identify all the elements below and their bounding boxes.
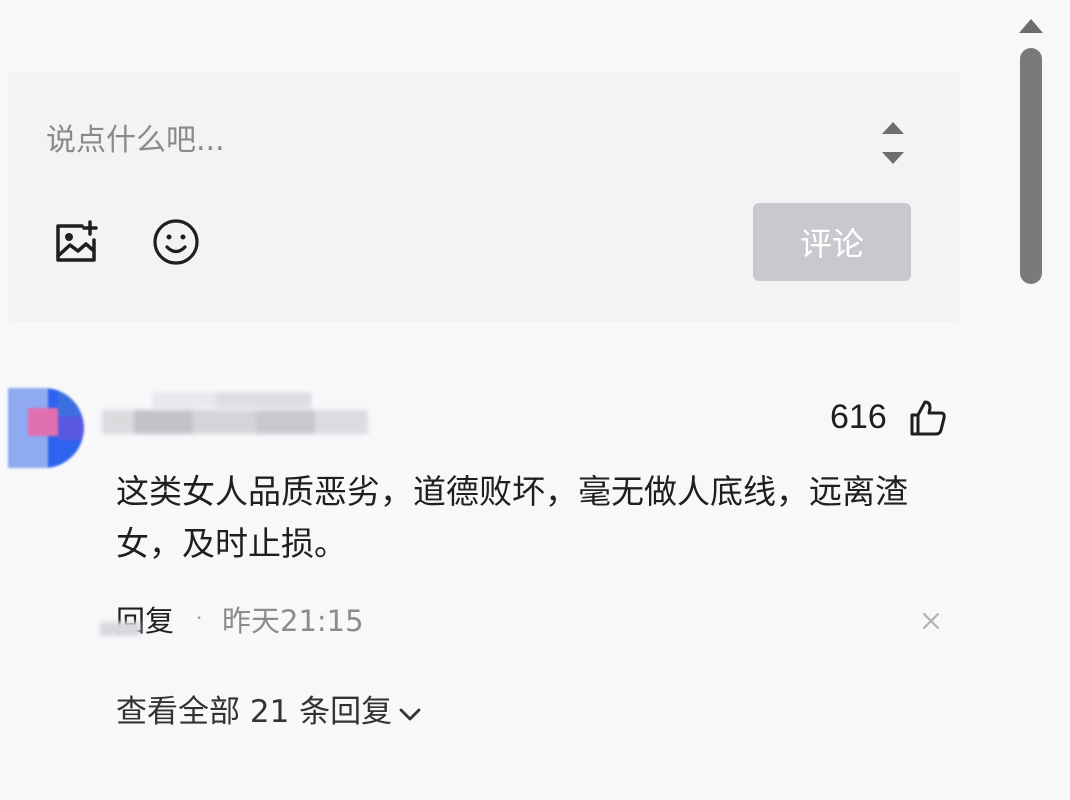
scroll-up-arrow-icon[interactable]	[1016, 16, 1046, 36]
comment-text: 这类女人品质恶劣，道德败坏，毫无做人底线，远离渣女，及时止损。	[116, 472, 908, 563]
image-upload-icon[interactable]	[52, 218, 100, 266]
avatar[interactable]	[8, 388, 84, 468]
dot-separator: ·	[196, 606, 203, 630]
view-all-replies-link[interactable]: 查看全部 21 条回复	[116, 686, 422, 731]
comment-composer: 评论	[8, 72, 960, 322]
blurred-fragment	[100, 622, 140, 636]
close-icon[interactable]	[920, 610, 942, 632]
chevron-down-icon	[398, 694, 422, 730]
scrollbar-thumb[interactable]	[1020, 48, 1042, 284]
emoji-icon[interactable]	[152, 218, 200, 266]
submit-comment-button[interactable]: 评论	[753, 203, 911, 281]
thumbs-up-icon[interactable]	[908, 398, 948, 438]
view-all-replies-label: 查看全部 21 条回复	[116, 694, 393, 730]
comment-input[interactable]	[46, 116, 826, 164]
spinner-arrows-icon[interactable]	[880, 120, 906, 166]
comment-timestamp: 昨天21:15	[222, 604, 364, 638]
username-blurred[interactable]	[102, 392, 368, 436]
like-count: 616	[830, 398, 887, 436]
